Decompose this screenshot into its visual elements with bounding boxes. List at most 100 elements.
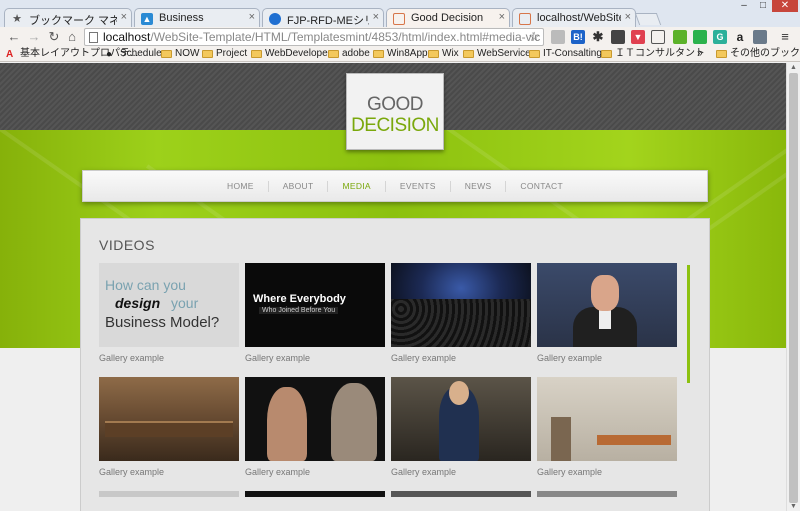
close-icon[interactable]: ×	[373, 11, 379, 23]
folder-icon	[161, 50, 172, 58]
page-icon	[393, 13, 405, 25]
folder-icon	[463, 50, 474, 58]
nav-events[interactable]: EVENTS	[384, 180, 450, 192]
nav-home[interactable]: HOME	[213, 181, 268, 192]
star-icon: ★	[12, 13, 22, 25]
forward-icon[interactable]: →	[26, 29, 42, 45]
tab-icon[interactable]	[611, 30, 625, 44]
close-icon[interactable]: ×	[499, 11, 505, 23]
video-thumbnail[interactable]	[391, 491, 531, 497]
close-icon[interactable]: ×	[625, 11, 631, 23]
video-thumbnail[interactable]	[391, 377, 531, 461]
page-scrollbar[interactable]: ▲ ▼	[786, 63, 800, 511]
circle-icon[interactable]: G	[713, 30, 727, 44]
cast-icon[interactable]	[651, 30, 665, 44]
video-thumbnail[interactable]: Where Everybody Who Joined Before You	[245, 263, 385, 347]
nav-news[interactable]: NEWS	[449, 180, 506, 192]
bookmarks-bar: A 基本レイアウトプロパテ... ● Schedule NOW Project We…	[0, 47, 800, 62]
more-bookmarks-button[interactable]: »	[697, 48, 703, 60]
pocket-icon[interactable]: ▼	[631, 30, 645, 44]
gallery-caption[interactable]: Gallery example	[99, 353, 164, 363]
bookmark-folder[interactable]: WebDeveloper	[251, 48, 331, 60]
scrollbar-thumb[interactable]	[789, 73, 798, 503]
window-close-icon[interactable]: ✕	[772, 0, 798, 12]
video-thumbnail[interactable]	[537, 491, 677, 497]
tab-localhost[interactable]: localhost/WebSite-Temp ×	[512, 8, 636, 28]
evernote-icon[interactable]	[673, 30, 687, 44]
tab-good-decision[interactable]: Good Decision ×	[386, 8, 510, 29]
bookmark-folder[interactable]: IT-Consalting	[529, 48, 602, 60]
new-tab-button[interactable]	[634, 13, 662, 25]
nav-about[interactable]: ABOUT	[267, 180, 328, 192]
site-icon: ▲	[141, 13, 153, 25]
gallery-caption[interactable]: Gallery example	[391, 353, 456, 363]
video-thumbnail[interactable]	[99, 491, 239, 497]
nav-media[interactable]: MEDIA	[327, 180, 384, 192]
scroll-up-icon[interactable]: ▲	[790, 64, 797, 71]
video-thumbnail[interactable]	[245, 491, 385, 497]
adobe-icon: A	[6, 49, 14, 60]
video-thumbnail[interactable]	[245, 377, 385, 461]
folder-icon	[529, 50, 540, 58]
video-thumbnail[interactable]	[99, 377, 239, 461]
tab-business[interactable]: ▲ Business ×	[134, 8, 260, 28]
folder-icon	[601, 50, 612, 58]
main-navigation: HOME ABOUT MEDIA EVENTS NEWS CONTACT	[82, 170, 708, 202]
gallery-caption[interactable]: Gallery example	[245, 467, 310, 477]
bookmark-star-icon[interactable]: ☆	[528, 29, 540, 45]
folder-icon	[202, 50, 213, 58]
menu-icon[interactable]: ≡	[778, 30, 792, 44]
gallery-caption[interactable]: Gallery example	[537, 353, 602, 363]
bookmark-folder[interactable]: NOW	[161, 48, 199, 60]
reload-icon[interactable]: ↻	[46, 29, 62, 45]
bookmark-folder[interactable]: ＩＴコンサルタント	[601, 48, 705, 60]
feedly-icon[interactable]	[693, 30, 707, 44]
page-icon	[519, 13, 531, 25]
tab-bookmark-manager[interactable]: ★ ブックマーク マネージャ ×	[4, 8, 132, 28]
gallery-caption[interactable]: Gallery example	[391, 467, 456, 477]
globe-icon	[269, 13, 281, 25]
extension-icon[interactable]	[551, 30, 565, 44]
video-thumbnail[interactable]	[391, 263, 531, 347]
folder-icon	[328, 50, 339, 58]
minimize-icon[interactable]: –	[734, 0, 754, 12]
folder-icon	[428, 50, 439, 58]
page-icon	[89, 32, 98, 43]
bookmark-folder-other[interactable]: その他のブックマーク	[716, 48, 800, 60]
bookmark-folder[interactable]: Project	[202, 48, 247, 60]
bookmark-folder[interactable]: WebService	[463, 48, 531, 60]
logo-line-good: GOOD	[366, 94, 424, 115]
folder-icon	[716, 50, 727, 58]
bookmark-folder[interactable]: Wix	[428, 48, 459, 60]
gallery-caption[interactable]: Gallery example	[245, 353, 310, 363]
section-title: VIDEOS	[99, 237, 155, 253]
shield-icon[interactable]	[753, 30, 767, 44]
nav-contact[interactable]: CONTACT	[505, 180, 577, 192]
bookmark-folder[interactable]: Win8App	[373, 48, 428, 60]
folder-icon	[373, 50, 384, 58]
tab-fjp[interactable]: FJP-RFD-MEシリーズ［従来 ×	[262, 8, 384, 28]
video-thumbnail[interactable]	[537, 377, 677, 461]
close-icon[interactable]: ×	[249, 11, 255, 23]
video-thumbnail[interactable]: How can you design your Business Model?	[99, 263, 239, 347]
hatena-bookmark-icon[interactable]: B!	[571, 30, 585, 44]
gallery-scrollbar[interactable]	[687, 265, 690, 383]
gallery-caption[interactable]: Gallery example	[99, 467, 164, 477]
scroll-down-icon[interactable]: ▼	[790, 503, 797, 510]
site-logo[interactable]: GOOD DECISION	[346, 73, 444, 150]
bookmark-folder[interactable]: adobe	[328, 48, 370, 60]
address-bar[interactable]: localhost/WebSite-Template/HTML/Template…	[84, 28, 544, 46]
home-icon[interactable]: ⌂	[64, 29, 80, 45]
page-viewport: GOOD DECISION HOME ABOUT MEDIA EVENTS NE…	[0, 63, 786, 511]
close-icon[interactable]: ×	[121, 11, 127, 23]
videos-section: VIDEOS How can you design your Business …	[80, 218, 710, 511]
video-thumbnail[interactable]	[537, 263, 677, 347]
browser-toolbar: ← → ↻ ⌂ localhost/WebSite-Template/HTML/…	[0, 27, 800, 47]
back-icon[interactable]: ←	[6, 29, 22, 45]
gallery-caption[interactable]: Gallery example	[537, 467, 602, 477]
bookmark-item[interactable]: ● Schedule	[106, 48, 162, 60]
settings-icon[interactable]: ✱	[591, 30, 605, 44]
amazon-icon[interactable]: a	[733, 30, 747, 44]
logo-line-decision: DECISION	[351, 115, 439, 136]
maximize-icon[interactable]: □	[754, 0, 772, 12]
